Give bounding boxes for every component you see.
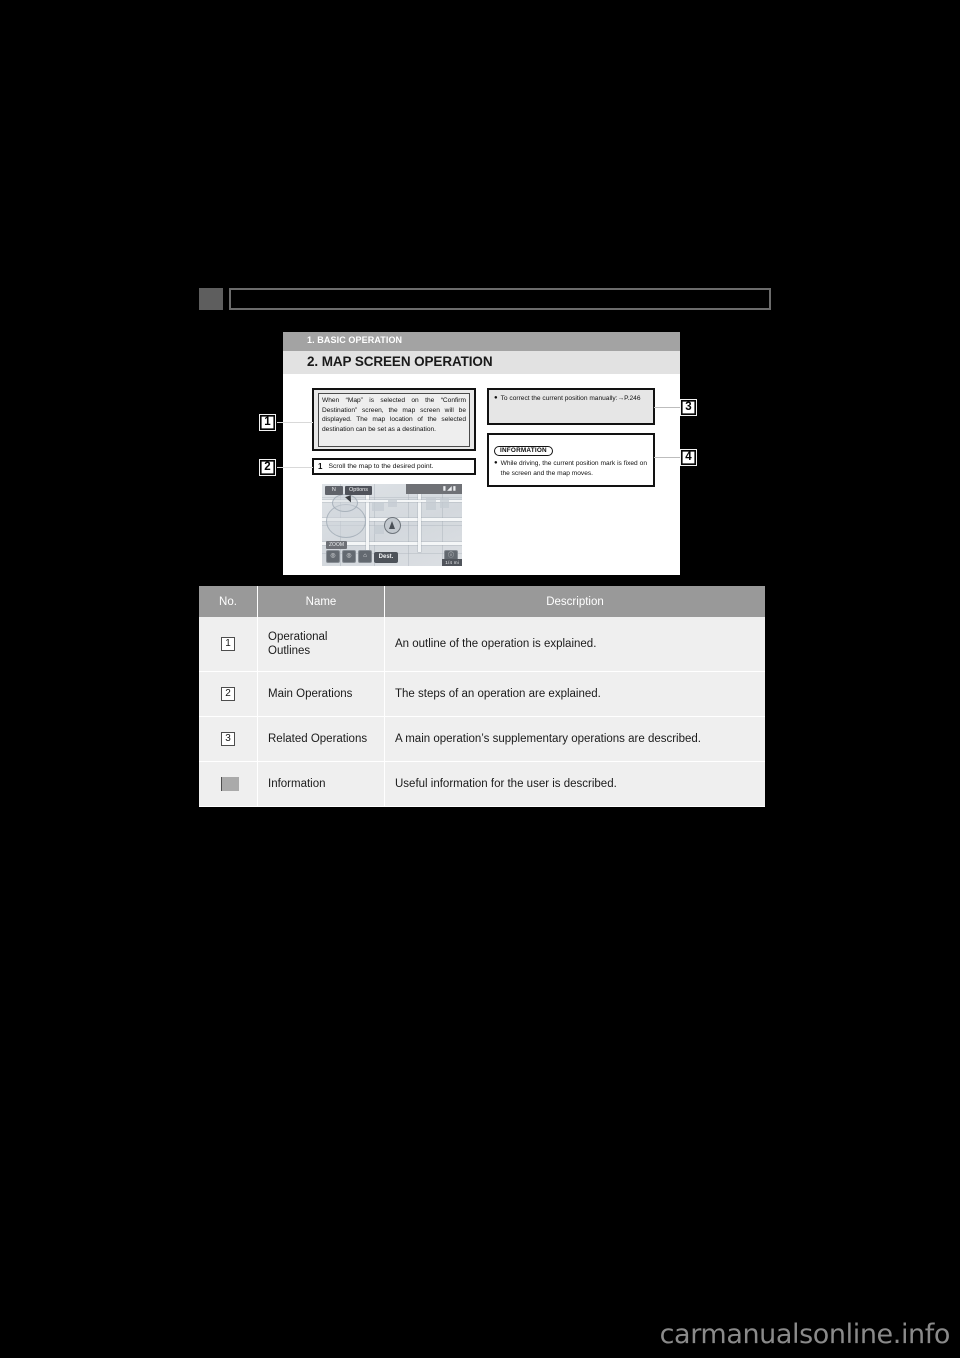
callout-badge-3: 3 <box>680 399 697 416</box>
table-row: 2 Main Operations The steps of an operat… <box>199 671 765 717</box>
row-number-cell: 2 <box>199 671 258 717</box>
map-block <box>388 500 397 507</box>
map-block <box>426 498 436 510</box>
nav-options-button[interactable]: Options <box>345 486 372 495</box>
related-operations-bullet-row: ● To correct the current position manual… <box>494 394 647 404</box>
row-description-cell: The steps of an operation are explained. <box>384 671 765 717</box>
watermark-text: carmanualsonline.info <box>659 1319 951 1350</box>
row-name-cell: Main Operations <box>257 671 385 717</box>
map-block <box>372 502 384 511</box>
row-name-cell: Operational Outlines <box>257 617 385 672</box>
nav-compass-group: N Options <box>325 486 372 495</box>
figure-section-label: 1. BASIC OPERATION <box>307 335 403 345</box>
nav-toolbar-icon-2[interactable]: ◎ <box>342 550 356 563</box>
table-header-row: No. Name Description <box>199 586 765 617</box>
information-pill-label: INFORMATION <box>494 445 553 456</box>
row-name-line1: Operational <box>268 631 328 643</box>
chapter-tab-marker <box>199 288 223 310</box>
bottom-section-marker <box>222 777 239 791</box>
operational-outlines-box: When “Map” is selected on the “Confirm D… <box>312 388 476 451</box>
bullet-icon: ● <box>494 395 498 401</box>
row-number-cell: 1 <box>199 617 258 672</box>
callout-badge-1: 1 <box>259 414 276 431</box>
row-name-cell: Related Operations <box>257 716 385 762</box>
current-position-mark-icon <box>384 517 401 534</box>
main-operation-box: 1 Scroll the map to the desired point. <box>312 458 476 475</box>
column-header-description: Description <box>384 586 765 617</box>
nav-status-bar: ▮◢▮ <box>406 484 462 494</box>
map-block <box>374 526 384 534</box>
figure-title: 2. MAP SCREEN OPERATION <box>307 354 493 369</box>
callout-badge-2: 2 <box>259 459 276 476</box>
signal-strength-icon: ▮◢▮ <box>442 486 457 492</box>
legend-table: No. Name Description 1 Operational Outli… <box>199 586 765 807</box>
position-arrow-icon <box>389 520 396 529</box>
callout-badge-4: 4 <box>680 449 697 466</box>
information-box: INFORMATION ● While driving, the current… <box>487 433 655 487</box>
nav-destination-button[interactable]: Dest. <box>374 552 398 563</box>
navigation-screen-screenshot: ▮◢▮ N Options ZOOM ◎ ◎ ⌂ Dest. ⓘ 1/4 mi <box>322 484 462 566</box>
table-row: 1 Operational Outlines An outline of the… <box>199 617 765 672</box>
table-row: 4 Information Useful information for the… <box>199 761 765 807</box>
row-description-cell: An outline of the operation is explained… <box>384 617 765 672</box>
map-road <box>366 494 369 552</box>
bullet-icon: ● <box>494 460 498 466</box>
column-header-name: Name <box>257 586 385 617</box>
information-text: While driving, the current position mark… <box>500 460 647 477</box>
column-header-no: No. <box>199 586 258 617</box>
operational-outlines-inner: When “Map” is selected on the “Confirm D… <box>318 393 470 447</box>
related-operations-text: To correct the current position manually… <box>500 395 641 402</box>
row-name-line2: Outlines <box>268 645 311 657</box>
row-number-cell: 3 <box>199 716 258 762</box>
main-operation-text: Scroll the map to the desired point. <box>328 463 434 470</box>
operational-outlines-text: When “Map” is selected on the “Confirm D… <box>322 397 466 433</box>
related-operations-box: ● To correct the current position manual… <box>487 388 655 425</box>
compass-icon[interactable]: N <box>325 486 343 495</box>
nav-scale-indicator: 1/4 mi <box>442 559 462 566</box>
nav-zoom-button[interactable]: ZOOM <box>326 541 347 549</box>
map-block <box>440 498 449 508</box>
chapter-title-rule <box>229 288 771 310</box>
callout-leader-line-2 <box>277 467 313 468</box>
nav-toolbar-home-icon[interactable]: ⌂ <box>358 550 372 563</box>
row-name-cell: Information <box>257 761 385 807</box>
callout-leader-line-1 <box>277 422 313 423</box>
chapter-bar <box>199 288 771 310</box>
information-bullet-row: ● While driving, the current position ma… <box>494 459 647 478</box>
map-road <box>418 494 421 552</box>
callout-leader-line-4 <box>654 457 681 458</box>
row-description-cell: A main operation’s supplementary operati… <box>384 716 765 762</box>
callout-leader-line-3 <box>654 407 681 408</box>
table-row: 3 Related Operations A main operation’s … <box>199 716 765 762</box>
row-description-cell: Useful information for the user is descr… <box>384 761 765 807</box>
row-number-badge: 2 <box>221 687 235 701</box>
row-number-badge: 3 <box>221 732 235 746</box>
row-number-badge: 1 <box>221 637 235 651</box>
main-operation-step-number: 1 <box>318 462 323 471</box>
nav-toolbar-icon-1[interactable]: ◎ <box>326 550 340 563</box>
nav-bottom-toolbar: ◎ ◎ ⌂ Dest. ⓘ <box>322 550 462 566</box>
